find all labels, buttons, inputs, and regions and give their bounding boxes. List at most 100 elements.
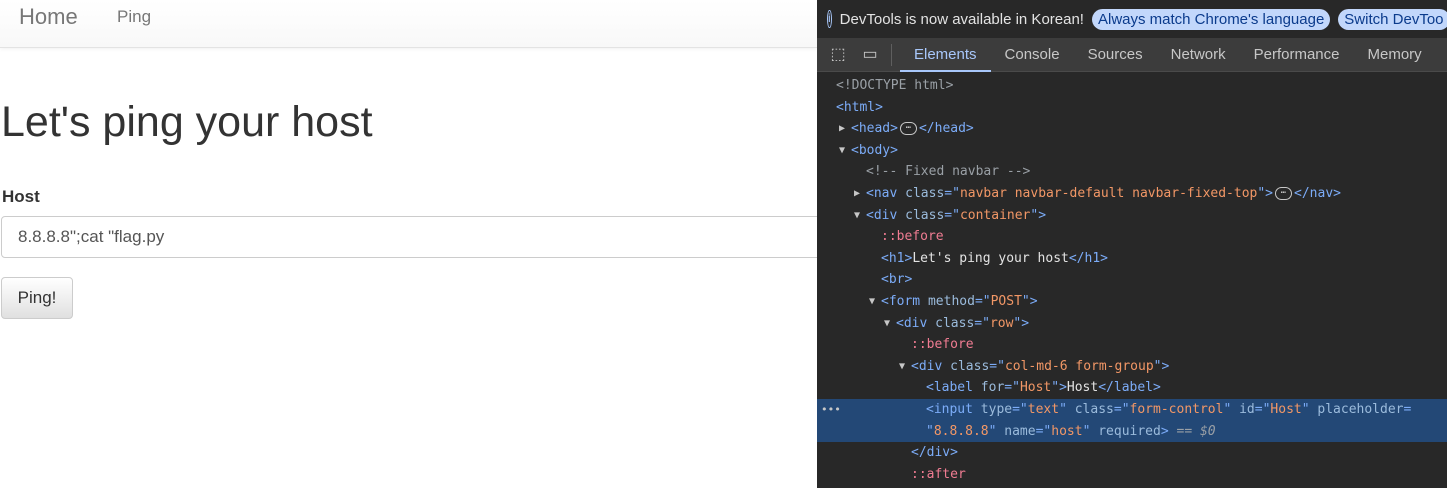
dom-token: placeholder [1317, 401, 1404, 417]
dom-token: host [1051, 423, 1083, 439]
dom-node-line[interactable]: ▶ <nav class="navbar navbar-default navba… [817, 183, 1447, 205]
dom-node-line[interactable]: <!DOCTYPE html> [817, 75, 1447, 97]
dom-token: method [927, 293, 975, 309]
dom-tree: <!DOCTYPE html> <html> ▶ <head> ⋯ </head> ▼ <bo… [817, 75, 1447, 485]
dom-token: =" [944, 207, 960, 223]
collapsed-ellipsis-icon[interactable]: ⋯ [899, 122, 917, 136]
tab-sources[interactable]: Sources [1074, 38, 1157, 72]
dom-token: ::after [911, 466, 966, 482]
tab-elements[interactable]: Elements [900, 38, 991, 72]
dom-node-line[interactable]: <label for="Host">Host</label> [817, 377, 1447, 399]
dom-token: $0 [1199, 423, 1216, 439]
dom-token: "> [1257, 185, 1274, 201]
nav-home-link[interactable]: Home [19, 4, 78, 30]
dom-node-line[interactable]: ::before [817, 334, 1447, 356]
dom-token: 8.8.8.8 [933, 423, 989, 439]
dom-token: Let's ping your host [912, 250, 1069, 266]
switch-language-button[interactable]: Switch DevToo [1338, 8, 1447, 30]
more-options-icon[interactable]: ••• [821, 399, 841, 421]
expand-arrow-closed-icon[interactable]: ▶ [839, 118, 849, 140]
dom-token: ::before [881, 229, 944, 245]
dom-token: <body> [851, 142, 898, 158]
dom-token: <head> [851, 121, 898, 137]
dom-token: <!DOCTYPE html> [836, 78, 954, 93]
dom-node-line[interactable]: "8.8.8.8" name="host" required> == $0 [817, 420, 1447, 443]
dom-token: "> [1021, 293, 1038, 309]
tab-performance[interactable]: Performance [1240, 38, 1354, 72]
dom-token: = [1403, 401, 1412, 417]
expand-arrow-open-icon[interactable]: ▼ [869, 291, 879, 313]
infobar-message: DevTools is now available in Korean! [839, 10, 1084, 28]
dom-token: "> [1013, 315, 1030, 331]
dom-token: <form [881, 293, 928, 309]
dom-token: Host [1066, 380, 1099, 396]
host-label: Host [2, 187, 40, 206]
dom-node-line[interactable]: ▼ <div class="row"> [817, 313, 1447, 335]
dom-token: row [989, 315, 1014, 331]
dom-token: "> [1153, 358, 1170, 374]
dom-node-line[interactable]: ▼ <div class="container"> [817, 205, 1447, 227]
dom-token: <input [926, 401, 981, 417]
dom-node-line[interactable]: ••• <input type="text" class="form-contro… [817, 398, 1447, 421]
dom-token: ::before [911, 337, 974, 353]
expand-arrow-closed-icon[interactable]: ▶ [854, 183, 864, 205]
dom-node-line[interactable]: <!-- Fixed navbar --> [817, 161, 1447, 183]
dom-token: id [1239, 401, 1255, 417]
dom-token: " [988, 423, 1005, 439]
dom-node-line[interactable]: ▼ <form method="POST"> [817, 291, 1447, 313]
dom-token: "> [1030, 207, 1047, 223]
dom-token: " [1059, 401, 1075, 417]
expand-arrow-open-icon[interactable]: ▼ [899, 356, 909, 378]
dom-node-line[interactable]: <html> [817, 97, 1447, 119]
dom-token: =" [1254, 401, 1271, 417]
dom-token: container [959, 207, 1031, 223]
device-toolbar-icon[interactable]: ▭ [859, 44, 881, 66]
dom-token: </h1> [1068, 250, 1108, 266]
dom-token: </div> [911, 445, 958, 461]
dom-token: <br> [881, 272, 913, 288]
dom-token: == [1168, 423, 1200, 439]
dom-node-line[interactable]: ▼ <body> [817, 140, 1447, 162]
nav-ping-link[interactable]: Ping [117, 7, 151, 27]
dom-token: =" [974, 315, 990, 331]
host-input[interactable] [1, 216, 817, 258]
dom-token: class [1074, 401, 1114, 417]
ping-button[interactable]: Ping! [1, 277, 73, 319]
match-language-button[interactable]: Always match Chrome's language [1091, 8, 1331, 30]
dom-token: <h1> [881, 250, 913, 266]
tab-network[interactable]: Network [1157, 38, 1240, 72]
dom-token: required [1098, 423, 1161, 439]
dom-token: " [1301, 401, 1318, 417]
dom-node-line[interactable]: ▼ <div class="col-md-6 form-group"> [817, 356, 1447, 378]
expand-arrow-open-icon[interactable]: ▼ [839, 140, 849, 162]
dom-token: =" [1004, 380, 1020, 396]
collapsed-ellipsis-icon[interactable]: ⋯ [1275, 186, 1293, 200]
dom-token: > [1160, 423, 1169, 439]
dom-token: for [980, 380, 1005, 396]
dom-token: " [1082, 423, 1099, 439]
dom-token: =" [944, 185, 960, 201]
tab-console[interactable]: Console [991, 38, 1074, 72]
dom-node-line[interactable]: </div> [817, 442, 1447, 464]
dom-token: col-md-6 form-group [1004, 358, 1154, 374]
tab-memory[interactable]: Memory [1354, 38, 1436, 72]
dom-node-line[interactable]: <br> [817, 269, 1447, 291]
inspect-element-icon[interactable]: ⬚ [827, 44, 849, 66]
expand-arrow-open-icon[interactable]: ▼ [884, 313, 894, 335]
dom-node-line[interactable]: ▶ <head> ⋯ </head> [817, 118, 1447, 140]
dom-token: class [905, 207, 945, 223]
dom-token: =" [1113, 401, 1130, 417]
dom-node-line[interactable]: ::before [817, 226, 1447, 248]
dom-token: =" [1035, 423, 1052, 439]
expand-arrow-open-icon[interactable]: ▼ [854, 205, 864, 227]
dom-token: </head> [918, 121, 974, 137]
dom-node-line[interactable]: <h1>Let's ping your host</h1> [817, 248, 1447, 270]
dom-token: =" [989, 358, 1005, 374]
info-icon: i [827, 10, 832, 28]
dom-token: Host [1019, 380, 1052, 396]
dom-node-line[interactable]: ::after [817, 464, 1447, 486]
dom-token: =" [1012, 401, 1028, 417]
dom-token: </nav> [1294, 185, 1341, 201]
divider [891, 43, 892, 66]
dom-token: " [926, 423, 934, 439]
